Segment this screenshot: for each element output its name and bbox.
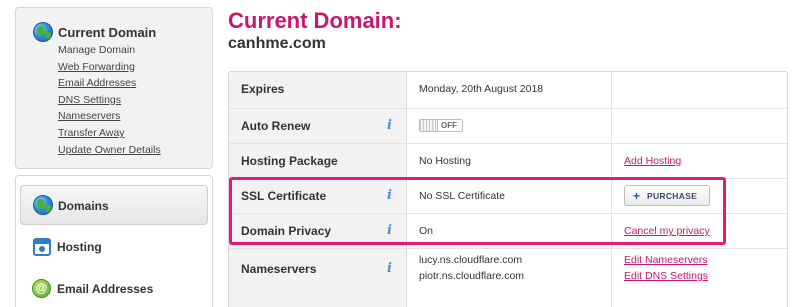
menu-link-nameservers[interactable]: Nameservers bbox=[58, 108, 161, 125]
row-action-cell: Add Hosting bbox=[612, 144, 787, 178]
current-domain-title: Current Domain bbox=[58, 25, 157, 40]
domain-name: canhme.com bbox=[228, 35, 326, 52]
toggle-grip bbox=[420, 120, 438, 131]
toggle-state-label: OFF bbox=[441, 121, 457, 130]
menu-link-dns-settings[interactable]: DNS Settings bbox=[58, 92, 161, 109]
nav-item-domains[interactable]: Domains bbox=[20, 185, 208, 225]
row-action-cell: Cancel my privacy bbox=[612, 214, 787, 248]
current-domain-panel: Current Domain Manage Domain Web Forward… bbox=[15, 7, 213, 169]
globe-icon bbox=[33, 22, 53, 42]
ssl-certificate-value: No SSL Certificate bbox=[419, 190, 505, 202]
row-label: Expires bbox=[241, 82, 285, 96]
products-nav: Domains Hosting @ Email Addresses bbox=[15, 175, 213, 307]
row-label-cell: Nameservers i bbox=[229, 249, 407, 307]
row-label: Hosting Package bbox=[241, 154, 338, 168]
row-value-cell: lucy.ns.cloudflare.com piotr.ns.cloudfla… bbox=[407, 249, 612, 307]
row-action-cell: Edit Nameservers Edit DNS Settings bbox=[612, 249, 787, 307]
row-label: SSL Certificate bbox=[241, 189, 327, 203]
domain-menu: Manage Domain Web Forwarding Email Addre… bbox=[58, 42, 161, 158]
row-value-cell: No Hosting bbox=[407, 144, 612, 178]
row-value-cell: On bbox=[407, 214, 612, 248]
menu-link-manage-domain[interactable]: Manage Domain bbox=[58, 42, 161, 59]
row-value-cell: No SSL Certificate bbox=[407, 179, 612, 213]
purchase-button-label: PURCHASE bbox=[647, 191, 698, 201]
menu-link-update-owner-details[interactable]: Update Owner Details bbox=[58, 142, 161, 159]
row-auto-renew: Auto Renew i OFF bbox=[229, 108, 787, 143]
nav-item-email-addresses[interactable]: @ Email Addresses bbox=[20, 269, 208, 307]
domain-privacy-value: On bbox=[419, 225, 434, 237]
row-label: Nameservers bbox=[241, 262, 317, 276]
row-ssl-certificate: SSL Certificate i No SSL Certificate + P… bbox=[229, 178, 787, 213]
row-action-cell bbox=[612, 72, 787, 108]
edit-nameservers-link[interactable]: Edit Nameservers bbox=[624, 254, 707, 266]
expiry-date: Monday, 20th August 2018 bbox=[419, 83, 544, 95]
info-icon[interactable]: i bbox=[387, 118, 392, 133]
info-icon[interactable]: i bbox=[387, 188, 392, 203]
row-action-cell: + PURCHASE bbox=[612, 179, 787, 213]
row-value-cell: OFF bbox=[407, 109, 612, 143]
page-title: Current Domain: bbox=[228, 8, 402, 33]
row-nameservers: Nameservers i lucy.ns.cloudflare.com pio… bbox=[229, 248, 787, 307]
add-hosting-link[interactable]: Add Hosting bbox=[624, 155, 681, 167]
row-label-cell: Hosting Package bbox=[229, 144, 407, 178]
nameserver-value: lucy.ns.cloudflare.com bbox=[419, 254, 523, 266]
row-hosting-package: Hosting Package No Hosting Add Hosting bbox=[229, 143, 787, 178]
row-label: Domain Privacy bbox=[241, 224, 332, 238]
email-icon: @ bbox=[32, 279, 51, 298]
menu-link-email-addresses[interactable]: Email Addresses bbox=[58, 75, 161, 92]
row-label-cell: Domain Privacy i bbox=[229, 214, 407, 248]
auto-renew-toggle[interactable]: OFF bbox=[419, 119, 463, 132]
nav-item-label: Email Addresses bbox=[57, 282, 154, 296]
nav-item-label: Domains bbox=[58, 199, 109, 213]
row-action-cell bbox=[612, 109, 787, 143]
menu-link-transfer-away[interactable]: Transfer Away bbox=[58, 125, 161, 142]
plus-icon: + bbox=[633, 189, 641, 203]
info-icon[interactable]: i bbox=[387, 223, 392, 238]
nav-item-hosting[interactable]: Hosting bbox=[20, 227, 208, 267]
nav-item-label: Hosting bbox=[57, 240, 102, 254]
hosting-icon bbox=[33, 238, 51, 256]
nameserver-value: piotr.ns.cloudflare.com bbox=[419, 270, 525, 282]
domain-details-table: Expires Monday, 20th August 2018 Auto Re… bbox=[228, 71, 788, 307]
info-icon[interactable]: i bbox=[387, 261, 392, 276]
menu-link-web-forwarding[interactable]: Web Forwarding bbox=[58, 59, 161, 76]
row-label: Auto Renew bbox=[241, 119, 311, 133]
purchase-ssl-button[interactable]: + PURCHASE bbox=[624, 185, 710, 206]
edit-dns-settings-link[interactable]: Edit DNS Settings bbox=[624, 270, 708, 282]
hosting-package-value: No Hosting bbox=[419, 155, 471, 167]
row-label-cell: Expires bbox=[229, 72, 407, 108]
row-expires: Expires Monday, 20th August 2018 bbox=[229, 72, 787, 108]
globe-icon bbox=[33, 195, 53, 215]
row-label-cell: SSL Certificate i bbox=[229, 179, 407, 213]
row-label-cell: Auto Renew i bbox=[229, 109, 407, 143]
row-value-cell: Monday, 20th August 2018 bbox=[407, 72, 612, 108]
cancel-privacy-link[interactable]: Cancel my privacy bbox=[624, 225, 710, 237]
row-domain-privacy: Domain Privacy i On Cancel my privacy bbox=[229, 213, 787, 248]
